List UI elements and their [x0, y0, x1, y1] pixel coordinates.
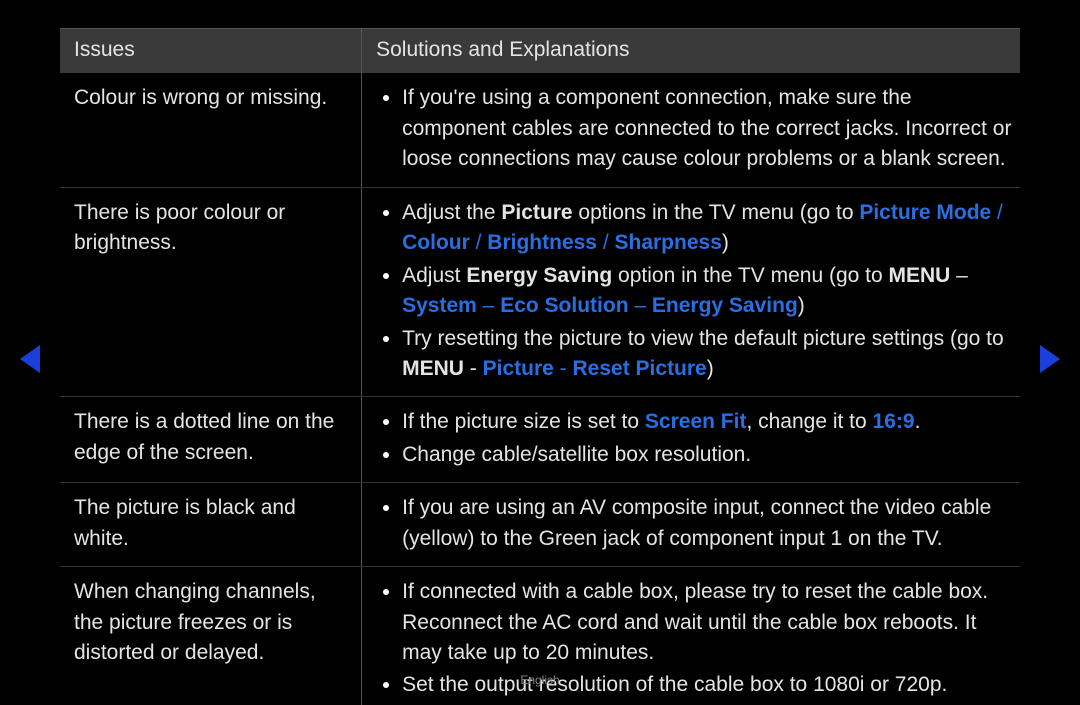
solution-cell: If the picture size is set to Screen Fit…: [362, 397, 1020, 483]
table-row: There is a dotted line on the edge of th…: [60, 397, 1020, 483]
table-row: Colour is wrong or missing. If you're usi…: [60, 73, 1020, 187]
table-row: There is poor colour or brightness. Adjus…: [60, 187, 1020, 397]
issue-cell: There is poor colour or brightness.: [60, 187, 362, 397]
solution-cell: Adjust the Picture options in the TV men…: [362, 187, 1020, 397]
table-row: The picture is black and white. If you ar…: [60, 483, 1020, 567]
issue-cell: Colour is wrong or missing.: [60, 73, 362, 187]
solution-item: If you are using an AV composite input, …: [402, 493, 1012, 554]
language-label: English: [0, 672, 1080, 689]
solution-item: Adjust Energy Saving option in the TV me…: [402, 261, 1012, 322]
solution-list: If you are using an AV composite input, …: [380, 493, 1012, 554]
solution-item: Change cable/satellite box resolution.: [402, 440, 1012, 470]
solution-item: If connected with a cable box, please tr…: [402, 577, 1012, 668]
solution-item: Try resetting the picture to view the de…: [402, 324, 1012, 385]
issue-cell: The picture is black and white.: [60, 483, 362, 567]
nav-prev-icon[interactable]: [20, 345, 40, 373]
solution-cell: If you're using a component connection, …: [362, 73, 1020, 187]
troubleshoot-table: Issues Solutions and Explanations Colour…: [60, 28, 1020, 705]
solution-item: If the picture size is set to Screen Fit…: [402, 407, 1012, 437]
solution-cell: If you are using an AV composite input, …: [362, 483, 1020, 567]
header-solutions: Solutions and Explanations: [362, 29, 1020, 74]
page: Issues Solutions and Explanations Colour…: [0, 0, 1080, 705]
solution-list: Adjust the Picture options in the TV men…: [380, 198, 1012, 385]
header-issues: Issues: [60, 29, 362, 74]
solution-item: If you're using a component connection, …: [402, 83, 1012, 174]
issue-cell: There is a dotted line on the edge of th…: [60, 397, 362, 483]
solution-list: If the picture size is set to Screen Fit…: [380, 407, 1012, 470]
table-body: Colour is wrong or missing. If you're usi…: [60, 73, 1020, 705]
nav-next-icon[interactable]: [1040, 345, 1060, 373]
solution-list: If you're using a component connection, …: [380, 83, 1012, 174]
solution-item: Adjust the Picture options in the TV men…: [402, 198, 1012, 259]
